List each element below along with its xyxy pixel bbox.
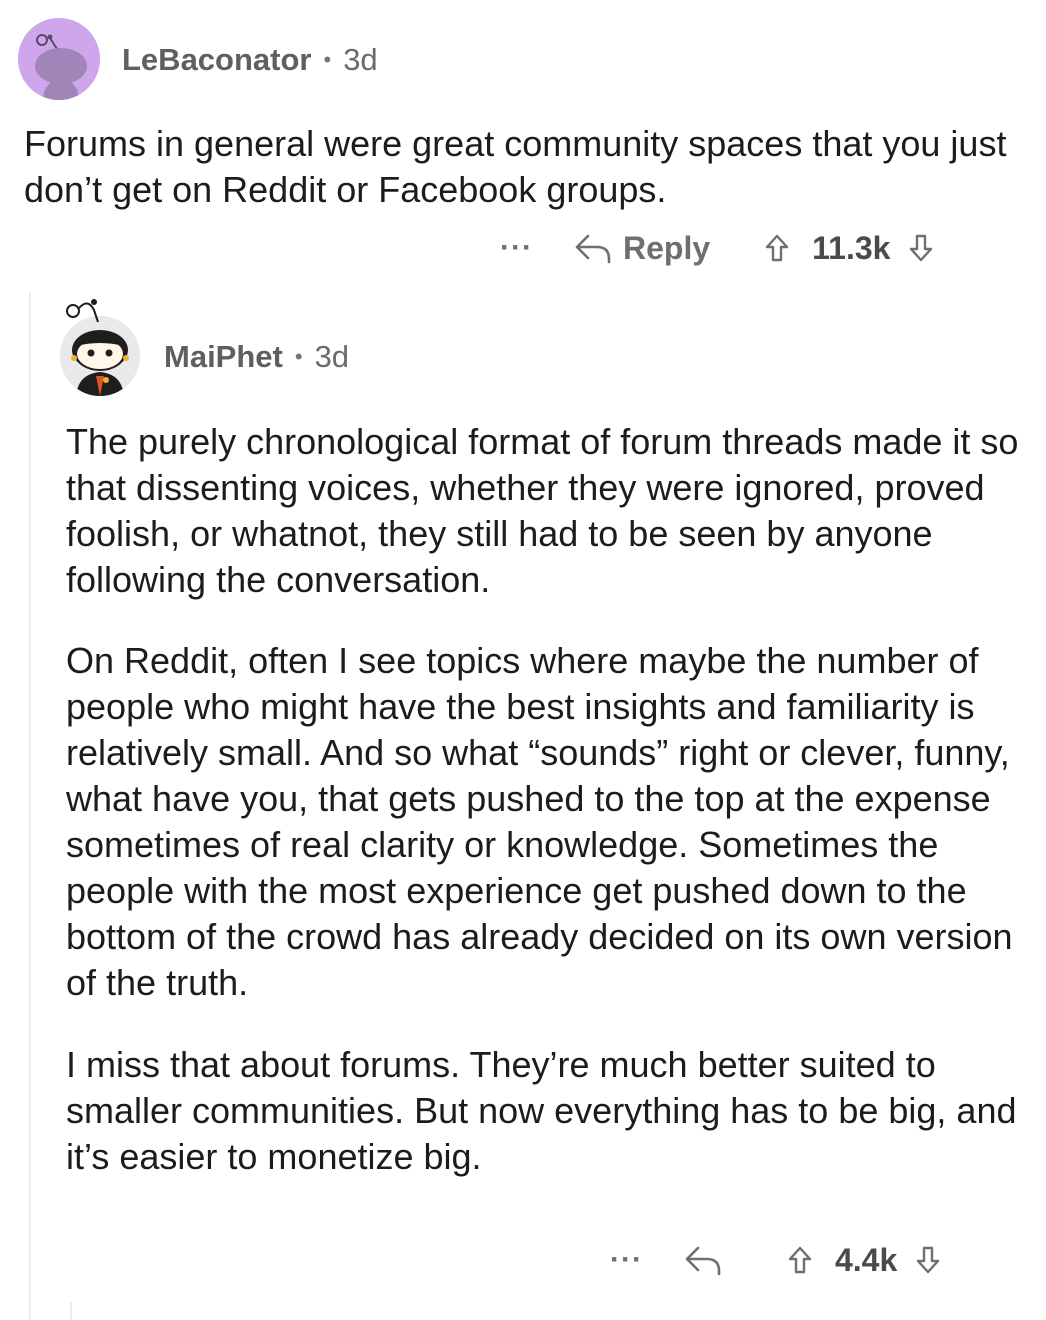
reply-paragraph: I miss that about forums. They’re much b… — [66, 1044, 1017, 1177]
vote-controls: 11.3k — [764, 230, 934, 267]
downvote-arrow-icon[interactable] — [908, 233, 934, 263]
reply-arrow-icon — [575, 234, 611, 264]
parent-avatar[interactable] — [18, 18, 100, 100]
snoo-avatar-icon — [60, 316, 140, 396]
parent-age[interactable]: 3d — [343, 42, 377, 78]
reply-actions: ··· 4.4k — [610, 1238, 941, 1282]
parent-meta: LeBaconator • 3d — [122, 40, 378, 80]
reply-paragraph: On Reddit, often I see topics where mayb… — [66, 640, 1013, 1003]
reply-paragraph: The purely chronological format of forum… — [66, 421, 1019, 600]
downvote-arrow-icon[interactable] — [915, 1245, 941, 1275]
meta-separator: • — [294, 344, 303, 369]
comment-thread: LeBaconator • 3d Forums in general were … — [0, 0, 1046, 1320]
vote-controls: 4.4k — [787, 1242, 941, 1279]
parent-body: Forums in general were great community s… — [24, 123, 1007, 210]
avatar-antenna-icon — [66, 299, 99, 323]
upvote-arrow-icon[interactable] — [787, 1245, 813, 1275]
parent-username[interactable]: LeBaconator — [122, 42, 311, 78]
reply-label: Reply — [622, 229, 711, 266]
more-options-button[interactable]: ··· — [500, 231, 533, 265]
thread-collapse-line[interactable] — [29, 292, 31, 1320]
vote-score: 11.3k — [812, 229, 891, 266]
reply-meta: MaiPhet • 3d — [164, 337, 349, 377]
snoo-avatar-icon — [18, 18, 100, 100]
reply-age[interactable]: 3d — [315, 339, 349, 375]
reply-body: The purely chronological format of forum… — [66, 419, 1026, 1215]
more-options-button[interactable]: ··· — [610, 1243, 643, 1277]
parent-actions: ··· Reply 11.3k — [500, 226, 934, 270]
reply-button[interactable] — [683, 1243, 733, 1277]
reply-avatar[interactable] — [60, 316, 140, 396]
upvote-arrow-icon[interactable] — [764, 233, 790, 263]
thread-child-line[interactable] — [70, 1302, 72, 1320]
reply-arrow-icon — [685, 1246, 721, 1276]
reply-button[interactable]: Reply — [573, 230, 710, 267]
reply-username[interactable]: MaiPhet — [164, 339, 283, 375]
meta-separator: • — [323, 47, 332, 72]
vote-score: 4.4k — [834, 1241, 898, 1278]
